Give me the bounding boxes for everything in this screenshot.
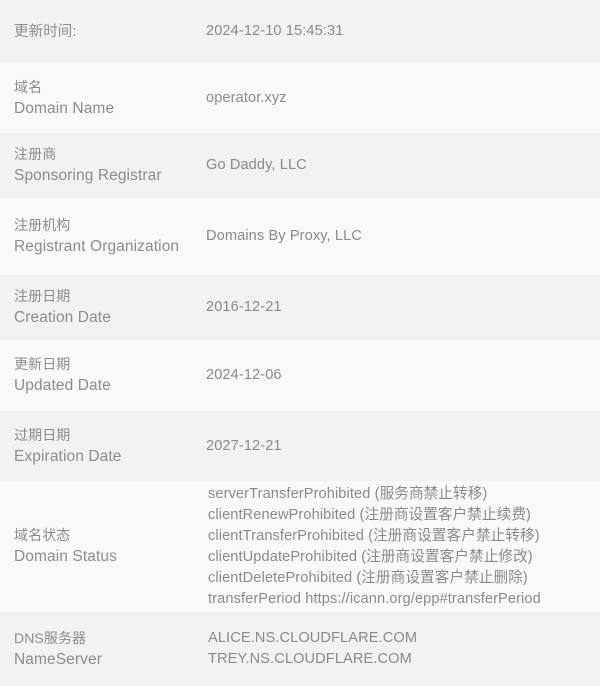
row-value-domain-status: serverTransferProhibited (服务商禁止转移) client… (206, 484, 600, 610)
whois-row-domain-name: 域名 Domain Name operator.xyz (0, 63, 600, 133)
label-en: Registrant Organization (14, 238, 180, 255)
value-line: 2016-12-21 (206, 299, 282, 315)
label-en: Updated Date (14, 377, 111, 394)
row-value-expiration-date: 2027-12-21 (206, 436, 600, 457)
value-line: clientDeleteProhibited (注册商设置客户禁止删除) (208, 569, 528, 586)
label-cn: 注册商 (14, 146, 57, 162)
label-en: NameServer (14, 650, 102, 668)
label-cn: 注册机构 (14, 217, 71, 233)
whois-row-registrant-organization: 注册机构 Registrant Organization Domains By Pr… (0, 198, 600, 275)
label-en: Domain Name (14, 99, 115, 117)
row-label-nameserver: DNS服务器 NameServer (0, 628, 206, 671)
row-value-creation-date: 2016-12-21 (206, 297, 600, 318)
label-cn: 注册日期 (14, 288, 71, 304)
value-line: serverTransferProhibited (服务商禁止转移) (208, 485, 488, 502)
row-value-registrant-organization: Domains By Proxy, LLC (206, 226, 600, 247)
row-label-creation-date: 注册日期 Creation Date (0, 286, 206, 329)
value-line: 2024-12-10 15:45:31 (206, 23, 344, 39)
whois-row-sponsoring-registrar: 注册商 Sponsoring Registrar Go Daddy, LLC (0, 133, 600, 198)
whois-row-domain-status: 域名状态 Domain Status serverTransferProhibite… (0, 481, 600, 612)
row-label-domain-status: 域名状态 Domain Status (0, 525, 206, 568)
label-cn: 域名 (14, 78, 43, 95)
label-en: Domain Status (14, 548, 117, 565)
whois-row-updated-date: 更新日期 Updated Date 2024-12-06 (0, 340, 600, 411)
value-line: TREY.NS.CLOUDFLARE.COM (208, 651, 412, 667)
value-line: Go Daddy, LLC (206, 157, 307, 173)
row-label-registrant-organization: 注册机构 Registrant Organization (0, 215, 206, 258)
value-line: 2024-12-06 (206, 367, 282, 383)
value-line: operator.xyz (206, 89, 287, 106)
label-en: Sponsoring Registrar (14, 167, 162, 184)
whois-info-table: 更新时间: 2024-12-10 15:45:31 域名 Domain Name ope… (0, 0, 600, 686)
label-cn: 更新日期 (14, 356, 71, 372)
label-cn: 过期日期 (14, 426, 71, 443)
row-label-updated-date: 更新日期 Updated Date (0, 354, 206, 397)
label-en: Creation Date (14, 309, 111, 326)
value-line: clientRenewProhibited (注册商设置客户禁止续费) (208, 506, 532, 523)
label-en: Expiration Date (14, 447, 122, 465)
whois-row-creation-date: 注册日期 Creation Date 2016-12-21 (0, 275, 600, 340)
value-line: ALICE.NS.CLOUDFLARE.COM (208, 630, 418, 646)
value-line: Domains By Proxy, LLC (206, 228, 362, 244)
value-line: 2027-12-21 (206, 437, 282, 454)
label-cn: 更新时间: (14, 23, 77, 40)
label-cn: 域名状态 (14, 527, 71, 543)
whois-row-update-time: 更新时间: 2024-12-10 15:45:31 (0, 0, 600, 63)
whois-row-nameserver: DNS服务器 NameServer ALICE.NS.CLOUDFLARE.COM T… (0, 612, 600, 686)
row-label-domain-name: 域名 Domain Name (0, 77, 206, 120)
row-value-update-time: 2024-12-10 15:45:31 (206, 21, 600, 42)
row-label-update-time: 更新时间: (0, 22, 206, 42)
value-line: clientTransferProhibited (注册商设置客户禁止转移) (208, 527, 540, 544)
whois-row-expiration-date: 过期日期 Expiration Date 2027-12-21 (0, 411, 600, 481)
row-label-sponsoring-registrar: 注册商 Sponsoring Registrar (0, 144, 206, 187)
row-value-domain-name: operator.xyz (206, 88, 600, 109)
row-label-expiration-date: 过期日期 Expiration Date (0, 425, 206, 468)
label-cn: DNS服务器 (14, 629, 87, 646)
value-line: transferPeriod https://icann.org/epp#tra… (208, 590, 541, 607)
row-value-updated-date: 2024-12-06 (206, 365, 600, 386)
row-value-nameserver: ALICE.NS.CLOUDFLARE.COM TREY.NS.CLOUDFLAR… (206, 628, 600, 670)
value-line: clientUpdateProhibited (注册商设置客户禁止修改) (208, 548, 533, 565)
row-value-sponsoring-registrar: Go Daddy, LLC (206, 155, 600, 176)
